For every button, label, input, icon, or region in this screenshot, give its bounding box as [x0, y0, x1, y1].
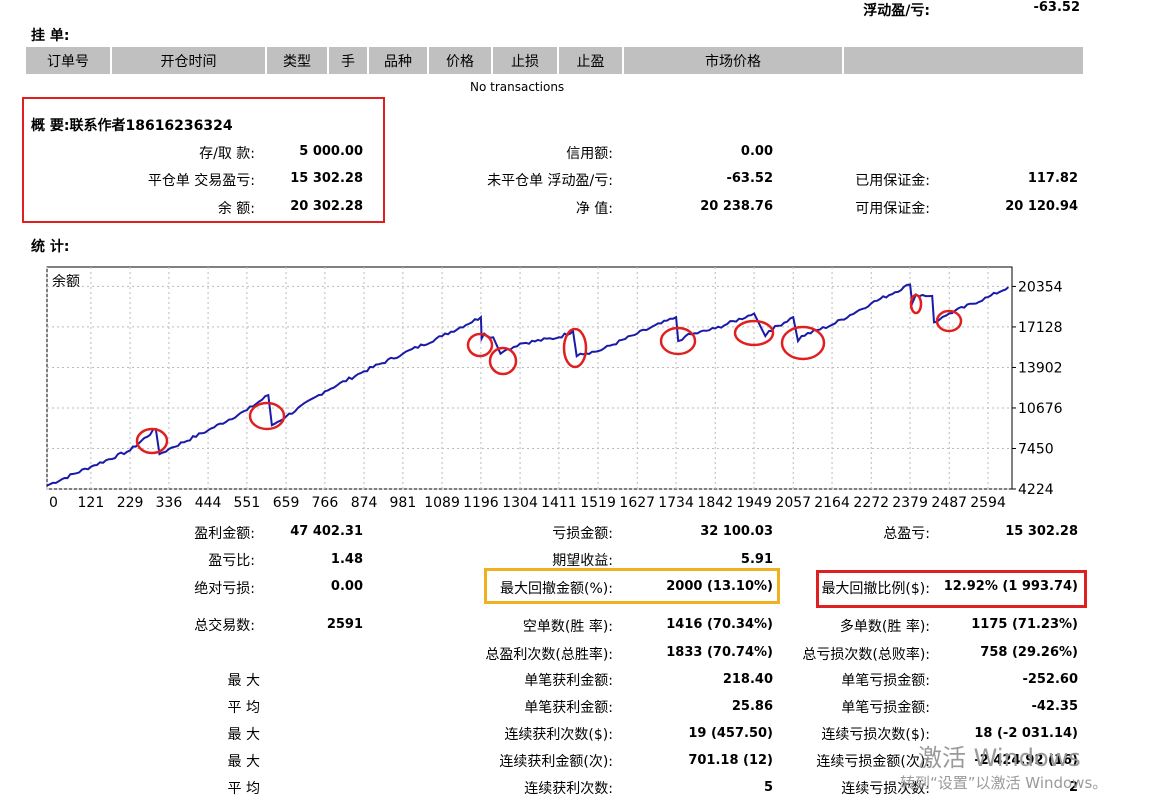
- x-tick-label: 2594: [970, 495, 1006, 511]
- x-tick-label: 874: [351, 495, 378, 511]
- x-tick-label: 551: [234, 495, 261, 511]
- total-trades-value: 2591: [326, 617, 363, 632]
- avg-win-value: 25.86: [731, 699, 773, 714]
- cons-loss-label: 连续亏损金额(次):: [816, 754, 930, 770]
- expected-label: 期望收益:: [552, 553, 613, 569]
- x-tick-label: 981: [390, 495, 417, 511]
- profit-factor-value: 1.48: [330, 552, 363, 567]
- x-tick-label: 336: [156, 495, 183, 511]
- x-tick-label: 229: [117, 495, 144, 511]
- activate-windows-watermark: 激活 Windows: [918, 744, 1081, 772]
- rel-dd-label: 最大回撤比例($):: [821, 581, 930, 597]
- max-dd-label: 最大回撤金额(%):: [500, 581, 613, 597]
- x-tick-label: 1949: [736, 495, 772, 511]
- gross-loss-value: 32 100.03: [700, 524, 773, 539]
- x-tick-label: 1627: [619, 495, 655, 511]
- x-tick-label: 2487: [931, 495, 967, 511]
- x-tick-label: 444: [195, 495, 222, 511]
- y-tick-label: 13902: [1018, 360, 1063, 376]
- long-label: 多单数(胜 率):: [839, 619, 930, 635]
- x-tick-label: 1196: [463, 495, 499, 511]
- y-tick-label: 17128: [1018, 320, 1063, 336]
- expected-value: 5.91: [740, 552, 773, 567]
- avg-win-label: 单笔获利金额:: [524, 700, 613, 716]
- avg-loss-label: 单笔亏损金额:: [841, 700, 930, 716]
- x-tick-label: 1089: [424, 495, 460, 511]
- activate-windows-hint: 转到“设置”以激活 Windows。: [900, 774, 1108, 792]
- balance-chart: 20354 17128 13902 10676 7450 4224 0 121 229 336 4…: [46, 266, 1063, 511]
- win-count-label: 总盈利次数(总胜率):: [485, 647, 613, 663]
- cons-profit-value: 701.18 (12): [688, 753, 773, 768]
- y-axis-ticks: 20354 17128 13902 10676 7450 4224: [1012, 279, 1063, 498]
- net-label: 总盈亏:: [883, 526, 930, 542]
- largest-loss-value: -252.60: [1022, 672, 1078, 687]
- x-tick-label: 1734: [658, 495, 694, 511]
- x-tick-label: 121: [78, 495, 105, 511]
- x-tick-label: 659: [273, 495, 300, 511]
- loss-count-label: 总亏损次数(总败率):: [802, 647, 930, 663]
- gross-profit-value: 47 402.31: [290, 524, 363, 539]
- x-tick-label: 2272: [853, 495, 889, 511]
- largest-win-value: 218.40: [722, 672, 773, 687]
- x-tick-label: 0: [49, 495, 58, 511]
- cons-wins-value: 19 (457.50): [688, 726, 773, 741]
- avg-label-2: 平 均: [227, 781, 260, 797]
- y-tick-label: 20354: [1018, 279, 1063, 295]
- chart-plot-area: [46, 266, 1013, 490]
- x-tick-label: 1411: [541, 495, 577, 511]
- x-axis-ticks: 0 121 229 336 444 551 659 766 874 981 1089 1196 1304…: [49, 495, 1006, 511]
- max-label-1: 最 大: [227, 673, 260, 689]
- max-dd-value: 2000 (13.10%): [666, 579, 773, 594]
- x-tick-label: 2057: [775, 495, 811, 511]
- x-tick-label: 1842: [697, 495, 733, 511]
- avg-label-1: 平 均: [227, 700, 260, 716]
- gross-profit-label: 盈利金额:: [194, 526, 255, 542]
- cons-losses-label: 连续亏损次数($):: [821, 727, 930, 743]
- rel-dd-value: 12.92% (1 993.74): [943, 579, 1078, 594]
- profit-factor-label: 盈亏比:: [208, 553, 255, 569]
- x-tick-label: 766: [312, 495, 339, 511]
- chart-title: 余额: [52, 273, 80, 290]
- long-value: 1175 (71.23%): [971, 617, 1078, 632]
- short-value: 1416 (70.34%): [666, 617, 773, 632]
- win-count-value: 1833 (70.74%): [666, 645, 773, 660]
- max-label-2: 最 大: [227, 727, 260, 743]
- net-value: 15 302.28: [1005, 524, 1078, 539]
- y-tick-label: 4224: [1018, 482, 1054, 498]
- largest-win-label: 单笔获利金额:: [524, 673, 613, 689]
- loss-count-value: 758 (29.26%): [980, 645, 1078, 660]
- avg-cons-wins-value: 5: [763, 780, 773, 795]
- abs-dd-label: 绝对亏损:: [194, 581, 255, 597]
- y-tick-label: 7450: [1018, 441, 1054, 457]
- cons-profit-label: 连续获利金额(次):: [499, 754, 613, 770]
- x-tick-label: 1519: [580, 495, 616, 511]
- x-tick-label: 2379: [892, 495, 928, 511]
- avg-cons-wins-label: 连续获利次数:: [524, 781, 613, 797]
- total-trades-label: 总交易数:: [194, 618, 255, 634]
- avg-loss-value: -42.35: [1031, 699, 1078, 714]
- y-tick-label: 10676: [1018, 401, 1063, 417]
- largest-loss-label: 单笔亏损金额:: [841, 673, 930, 689]
- cons-wins-label: 连续获利次数($):: [504, 727, 613, 743]
- abs-dd-value: 0.00: [330, 579, 363, 594]
- short-label: 空单数(胜 率):: [522, 619, 613, 635]
- max-label-3: 最 大: [227, 754, 260, 770]
- x-tick-label: 1304: [502, 495, 538, 511]
- x-tick-label: 2164: [814, 495, 850, 511]
- gross-loss-label: 亏损金额:: [552, 526, 613, 542]
